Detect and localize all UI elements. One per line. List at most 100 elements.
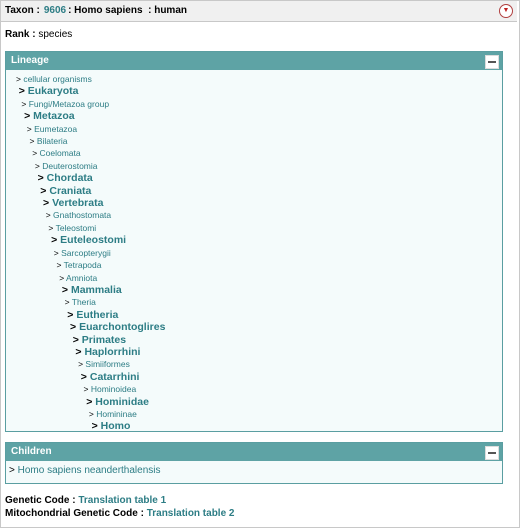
lineage-arrow: > — [18, 85, 28, 98]
lineage-arrow: > — [67, 308, 77, 321]
lineage-collapse-minus-icon[interactable] — [485, 55, 499, 69]
lineage-link[interactable]: cellular organisms — [23, 74, 92, 84]
lineage-item: > Chordata — [6, 172, 502, 184]
lineage-item: > Gnathostomata — [6, 209, 502, 221]
lineage-item: > Eumetazoa — [6, 123, 502, 135]
chevron-down-icon: ▼ — [502, 7, 510, 14]
lineage-link[interactable]: Eutheria — [76, 309, 118, 321]
lineage-arrow: > — [61, 283, 71, 296]
lineage-arrow: > — [86, 395, 96, 408]
lineage-item: > Coelomata — [6, 147, 502, 159]
lineage-arrow: > — [64, 297, 72, 308]
lineage-item: > Vertebrata — [6, 197, 502, 209]
lineage-item: > Eukaryota — [6, 85, 502, 97]
lineage-arrow: > — [37, 172, 47, 185]
lineage-item: > Craniata — [6, 185, 502, 197]
lineage-item: > Deuterostomia — [6, 160, 502, 172]
lineage-list: > cellular organisms > Eukaryota > Fungi/M… — [6, 70, 502, 433]
lineage-item: > Catarrhini — [6, 371, 502, 383]
lineage-item: > Fungi/Metazoa group — [6, 98, 502, 110]
genetic-code-label: Genetic Code : — [5, 495, 76, 506]
lineage-arrow: > — [56, 260, 64, 271]
children-panel-header: Children — [6, 443, 502, 461]
lineage-link[interactable]: Theria — [72, 297, 96, 307]
lineage-link[interactable]: Euteleostomi — [60, 234, 126, 246]
lineage-title: Lineage — [11, 55, 49, 66]
lineage-link[interactable]: Euarchontoglires — [79, 321, 165, 333]
lineage-link[interactable]: Vertebrata — [52, 197, 103, 209]
lineage-item: > Homininae — [6, 408, 502, 420]
rank-line: Rank : species — [5, 29, 72, 40]
lineage-arrow: > — [29, 136, 37, 147]
lineage-arrow: > — [72, 333, 82, 346]
lineage-item: > Mammalia — [6, 284, 502, 296]
child-arrow: > — [9, 465, 18, 476]
lineage-link[interactable]: Hominoidea — [91, 384, 136, 394]
lineage-link[interactable]: Catarrhini — [90, 371, 140, 383]
mito-code-line: Mitochondrial Genetic Code : Translation… — [5, 508, 235, 519]
lineage-link[interactable]: Gnathostomata — [53, 210, 111, 220]
taxon-header: Taxon :9606: Homo sapiens : human ▼ — [1, 1, 517, 22]
children-panel: Children > Homo sapiens neanderthalensis — [5, 442, 503, 484]
lineage-link[interactable]: Tetrapoda — [64, 260, 102, 270]
lineage-link[interactable]: Amniota — [66, 273, 97, 283]
child-link[interactable]: Homo sapiens neanderthalensis — [18, 465, 161, 476]
lineage-link[interactable]: Chordata — [47, 172, 93, 184]
lineage-item: > Bilateria — [6, 135, 502, 147]
lineage-link[interactable]: Teleostomi — [56, 223, 97, 233]
rank-value: species — [38, 29, 73, 40]
lineage-arrow: > — [51, 234, 61, 247]
lineage-item: > Euarchontoglires — [6, 321, 502, 333]
lineage-link[interactable]: Sarcopterygii — [61, 248, 111, 258]
lineage-link[interactable]: Bilateria — [37, 136, 68, 146]
lineage-link[interactable]: Eumetazoa — [34, 124, 77, 134]
lineage-item: > Hominidae — [6, 396, 502, 408]
lineage-item: > Homo — [6, 420, 502, 432]
lineage-arrow: > — [91, 420, 101, 433]
lineage-link[interactable]: Primates — [82, 334, 126, 346]
taxon-common-name: : human — [148, 5, 187, 16]
lineage-arrow: > — [40, 184, 50, 197]
lineage-arrow: > — [45, 210, 54, 221]
lineage-panel: Lineage > cellular organisms > Eukaryota >… — [5, 51, 503, 432]
lineage-item: > Eutheria — [6, 309, 502, 321]
rank-label: Rank : — [5, 29, 36, 40]
lineage-link[interactable]: Homininae — [96, 409, 137, 419]
taxon-label: Taxon : — [5, 5, 40, 16]
child-item: > Homo sapiens neanderthalensis — [6, 461, 502, 476]
lineage-item: > Simiiformes — [6, 358, 502, 370]
lineage-link[interactable]: Craniata — [49, 185, 91, 197]
genetic-code-link[interactable]: Translation table 1 — [78, 495, 166, 506]
lineage-link[interactable]: Mammalia — [71, 284, 122, 296]
children-collapse-minus-icon[interactable] — [485, 446, 499, 460]
lineage-link[interactable]: Homo — [101, 420, 131, 432]
taxon-scientific-name: : Homo sapiens — [68, 5, 143, 16]
lineage-link[interactable]: Haplorrhini — [84, 346, 140, 358]
lineage-arrow: > — [21, 98, 29, 109]
collapse-header-button[interactable]: ▼ — [499, 4, 513, 18]
mito-code-link[interactable]: Translation table 2 — [147, 508, 235, 519]
lineage-link[interactable]: Hominidae — [95, 396, 149, 408]
lineage-item: > Amniota — [6, 272, 502, 284]
lineage-item: > Metazoa — [6, 110, 502, 122]
mito-code-label: Mitochondrial Genetic Code : — [5, 508, 144, 519]
lineage-link[interactable]: Simiiformes — [85, 359, 129, 369]
lineage-link[interactable]: Deuterostomia — [42, 161, 97, 171]
children-title: Children — [11, 446, 52, 457]
lineage-link[interactable]: Coelomata — [40, 148, 81, 158]
lineage-arrow: > — [80, 370, 90, 383]
lineage-arrow: > — [83, 384, 91, 395]
lineage-item: > Hominoidea — [6, 383, 502, 395]
lineage-arrow: > — [24, 110, 34, 123]
genetic-code-line: Genetic Code : Translation table 1 — [5, 495, 166, 506]
lineage-arrow: > — [70, 321, 80, 334]
taxid-value: 9606 — [43, 5, 67, 16]
lineage-arrow: > — [32, 148, 40, 159]
lineage-panel-header: Lineage — [6, 52, 502, 70]
lineage-item: > Theria — [6, 296, 502, 308]
lineage-item: > Euteleostomi — [6, 234, 502, 246]
lineage-link[interactable]: Eukaryota — [28, 85, 79, 97]
lineage-item: > cellular organisms — [6, 73, 502, 85]
lineage-link[interactable]: Metazoa — [33, 110, 74, 122]
lineage-link[interactable]: Fungi/Metazoa group — [29, 99, 109, 109]
